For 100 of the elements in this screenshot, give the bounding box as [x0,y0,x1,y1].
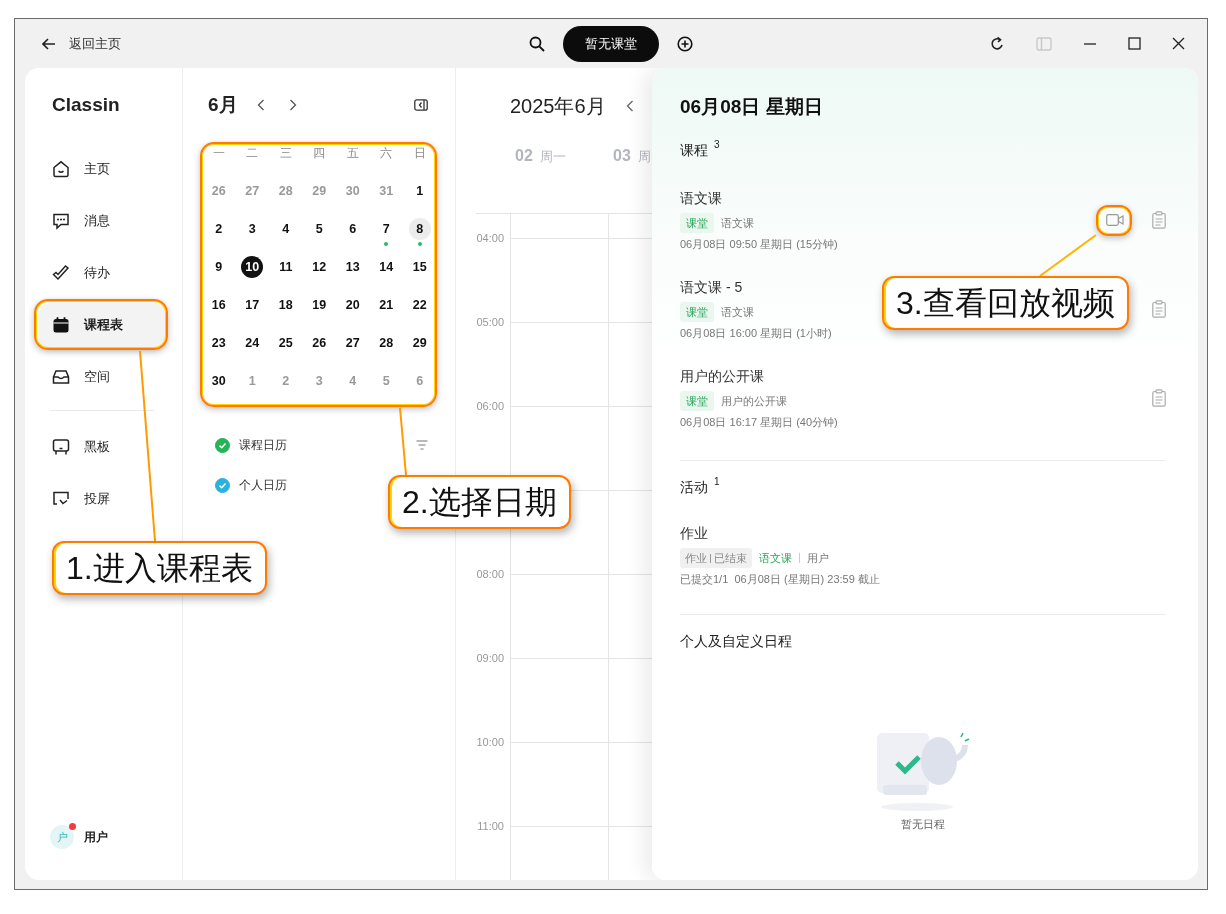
weekday-label: 三 [278,144,293,162]
previous-icon[interactable] [625,100,634,112]
inbox-icon [52,368,70,386]
day-title: 06月08日 星期日 [680,96,824,118]
back-arrow-icon [42,37,56,50]
highlight-frame [1096,205,1132,236]
calendar-name: 个人日历 [239,476,287,494]
class-tag: 课堂 [680,302,714,322]
close-icon[interactable] [1172,37,1185,50]
calendar-day[interactable]: 15 [408,256,431,278]
refresh-icon[interactable] [989,35,1005,52]
calendar-day[interactable]: 28 [375,332,398,354]
weekday-label: 二 [245,144,260,162]
nav-item[interactable]: 主页 [40,147,165,191]
app-logo: Classin [52,94,121,116]
course-time: 06月08日 16:17 星期日 (40分钟) [680,415,838,430]
calendar-day[interactable]: 3 [241,218,264,240]
empty-state-text: 暂无日程 [901,817,945,832]
callout-label: 1.进入课程表 [52,541,267,595]
calendar-day[interactable]: 6 [341,218,364,240]
nav-item[interactable]: 消息 [40,199,165,243]
nav-item[interactable]: 空间 [40,355,165,399]
nav-item[interactable]: 课程表 [40,303,165,347]
weekday-label: 周 [637,148,651,166]
check-icon [52,264,70,282]
clipboard-icon[interactable] [1152,389,1166,407]
calendar-day[interactable]: 5 [308,218,331,240]
calendar-day[interactable]: 8 [408,218,431,240]
nav-item[interactable]: 投屏 [40,477,165,521]
video-icon[interactable] [1106,214,1124,226]
course-time: 06月08日 16:00 星期日 (1小时) [680,326,832,341]
subject-label: 语文课 [721,304,754,320]
calendar-day[interactable]: 19 [308,294,331,316]
calendar-day[interactable]: 21 [375,294,398,316]
section-heading: 活动 [680,478,708,497]
course-title[interactable]: 用户的公开课 [680,366,764,386]
day-number: 03 [613,147,631,165]
calendar-day[interactable]: 25 [274,332,297,354]
classroom-button[interactable]: 暂无课堂 [563,25,659,62]
calendar-day[interactable]: 30 [207,370,230,392]
calendar-day[interactable]: 29 [408,332,431,354]
checkbox-icon[interactable] [215,477,230,493]
weekday-label: 六 [379,144,394,162]
weekday-label: 四 [312,144,327,162]
nav-item[interactable]: 待办 [40,251,165,295]
hour-label: 04:00 [476,232,504,244]
calendar-day[interactable]: 9 [207,256,230,278]
calendar-day[interactable]: 4 [274,218,297,240]
leader-line [399,407,407,476]
checkbox-icon[interactable] [215,437,230,453]
month-title: 6月 [208,93,238,117]
home-icon [52,160,70,178]
calendar-day[interactable]: 12 [308,256,331,278]
next-icon[interactable] [288,99,297,111]
user-name: 用户 [84,828,108,846]
day-number: 02 [515,147,533,165]
hour-label: 10:00 [476,736,504,748]
add-icon[interactable] [677,35,693,52]
weekday-label: 一 [211,144,226,162]
calendar-day[interactable]: 10 [241,256,264,278]
calendar-day[interactable]: 1 [408,180,431,202]
calendar-day[interactable]: 2 [207,218,230,240]
calendar-day[interactable]: 26 [308,332,331,354]
callout-label: 2.选择日期 [388,475,571,529]
hour-label: 08:00 [476,568,504,580]
calendar-day[interactable]: 22 [408,294,431,316]
collapse-icon[interactable] [414,99,428,111]
clipboard-icon[interactable] [1152,300,1166,318]
course-label: 语文课 [759,550,792,566]
subject-label: 语文课 [721,215,754,231]
section-count: 1 [714,477,720,487]
calendar-day[interactable]: 23 [207,332,230,354]
calendar-day[interactable]: 24 [241,332,264,354]
calendar-icon [52,316,70,334]
calendar-day[interactable]: 13 [341,256,364,278]
calendar-day[interactable]: 18 [274,294,297,316]
calendar-day[interactable]: 27 [341,332,364,354]
course-title[interactable]: 语文课 [680,188,722,208]
calendar-day[interactable]: 16 [207,294,230,316]
course-title[interactable]: 语文课 - 5 [680,277,743,297]
calendar-name: 课程日历 [239,436,287,454]
section-heading: 个人及自定义日程 [680,632,792,651]
calendar-day[interactable]: 20 [341,294,364,316]
clipboard-icon[interactable] [1152,211,1166,229]
cast-icon [52,490,70,508]
maximize-icon[interactable] [1128,37,1141,50]
subject-label: 用户的公开课 [721,393,787,409]
weekday-label: 日 [412,144,427,162]
activity-title[interactable]: 作业 [680,523,1166,543]
leader-line [1039,234,1097,277]
nav-item[interactable]: 黑板 [40,425,165,469]
back-button[interactable]: 返回主页 [42,34,121,53]
calendar-day[interactable]: 11 [274,256,297,278]
week-title: 2025年6月 [510,93,606,119]
calendar-day[interactable]: 14 [375,256,398,278]
calendar-day[interactable]: 7 [375,218,398,240]
weekday-label: 五 [345,144,360,162]
search-icon[interactable] [529,35,545,52]
previous-icon[interactable] [256,99,265,111]
calendar-day[interactable]: 17 [241,294,264,316]
